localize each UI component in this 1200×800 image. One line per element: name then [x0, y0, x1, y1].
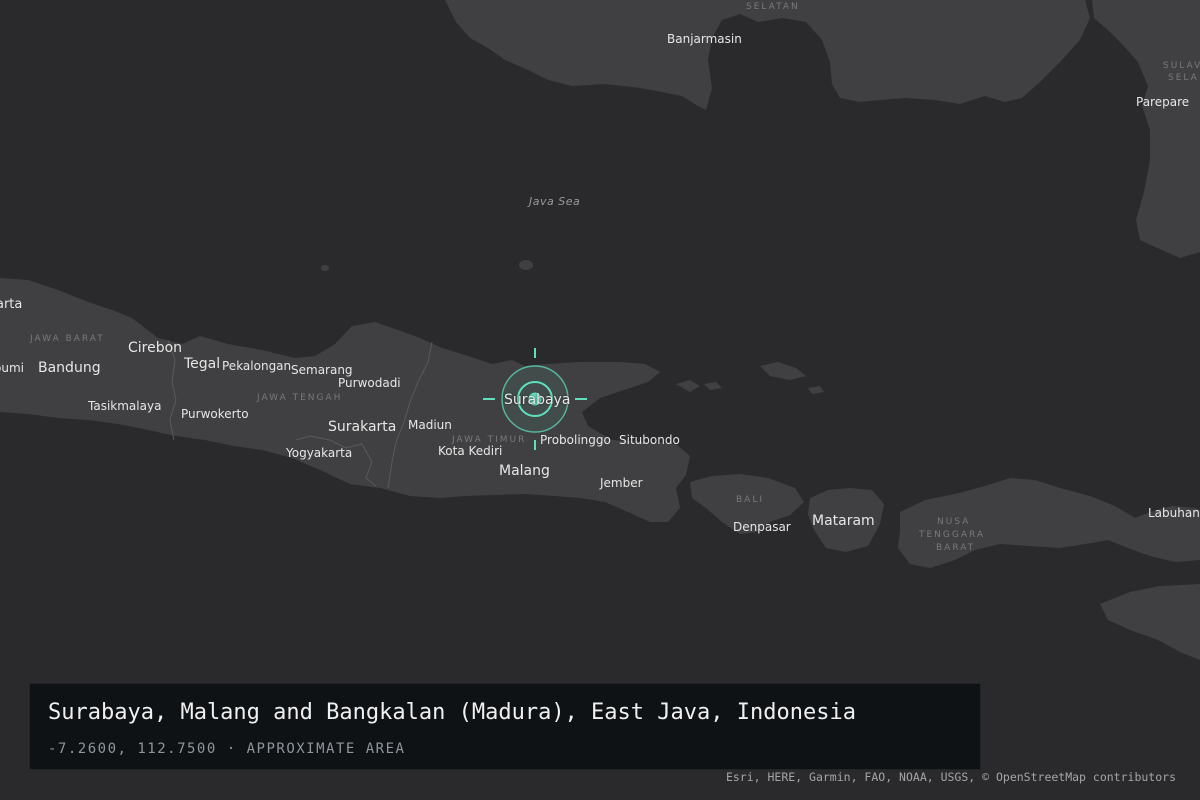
- region-label-sulawesi: SULAV: [1163, 61, 1200, 71]
- marker-label-surabaya: Surabaya: [504, 392, 571, 408]
- location-subtitle: -7.2600, 112.7500 · APPROXIMATE AREA: [48, 741, 405, 757]
- city-label-sukabumi-partial: oumi: [0, 361, 24, 375]
- kalimantan-landmass: [445, 0, 1090, 110]
- city-label-banjarmasin: Banjarmasin: [667, 32, 742, 46]
- city-label-parepare: Parepare: [1136, 95, 1190, 109]
- city-label-yogyakarta: Yogyakarta: [286, 446, 353, 460]
- city-label-situbondo: Situbondo: [619, 433, 680, 447]
- sumba-island: [1100, 584, 1200, 660]
- city-label-denpasar: Denpasar: [733, 520, 791, 534]
- island-small-2: [676, 380, 700, 392]
- separator-dot: ·: [226, 741, 237, 757]
- region-label-jawa-barat: JAWA BARAT: [30, 334, 105, 344]
- city-label-cirebon: Cirebon: [128, 340, 183, 356]
- region-label-selatan-2: SELA: [1168, 73, 1199, 83]
- sulawesi-landmass: [1092, 0, 1200, 258]
- city-label-pekalongan: Pekalongan: [222, 359, 292, 373]
- island-bawean: [519, 260, 533, 270]
- city-label-bandung: Bandung: [38, 360, 101, 376]
- city-label-labuhanbajo-partial: Labuhanb: [1148, 506, 1200, 520]
- city-label-surakarta: Surakarta: [328, 419, 397, 435]
- region-label-tenggara: TENGGARA: [919, 530, 986, 540]
- island-small-3: [704, 382, 722, 390]
- city-label-jember: Jember: [600, 476, 643, 490]
- region-label-nusa: NUSA: [937, 517, 971, 527]
- coordinates-readout: -7.2600, 112.7500: [48, 741, 217, 757]
- location-info-panel: Surabaya, Malang and Bangkalan (Madura),…: [29, 683, 981, 770]
- city-label-madiun: Madiun: [408, 418, 452, 432]
- region-label-bali: BALI: [736, 495, 764, 505]
- city-label-purwodadi: Purwodadi: [338, 376, 401, 390]
- water-label-java-sea: Java Sea: [529, 195, 581, 208]
- region-label-barat: BARAT: [936, 543, 976, 553]
- city-label-semarang: Semarang: [291, 363, 353, 377]
- precision-label: APPROXIMATE AREA: [246, 741, 406, 757]
- map-attribution: Esri, HERE, Garmin, FAO, NOAA, USGS, © O…: [725, 770, 1176, 784]
- location-title: Surabaya, Malang and Bangkalan (Madura),…: [48, 700, 856, 725]
- city-label-tegal: Tegal: [184, 356, 221, 372]
- city-label-mataram: Mataram: [812, 513, 875, 529]
- city-label-tasikmalaya: Tasikmalaya: [88, 399, 162, 413]
- island-small-4: [808, 386, 824, 394]
- city-label-malang: Malang: [499, 463, 550, 479]
- region-label-selatan: SELATAN: [746, 2, 800, 12]
- island-tiny: [321, 265, 329, 271]
- island-small-1: [760, 362, 806, 380]
- region-label-jawa-tengah: JAWA TENGAH: [257, 393, 343, 403]
- city-label-jakarta-partial: arta: [0, 297, 23, 312]
- city-label-purwokerto: Purwokerto: [181, 407, 249, 421]
- map-canvas[interactable]: [0, 0, 1200, 800]
